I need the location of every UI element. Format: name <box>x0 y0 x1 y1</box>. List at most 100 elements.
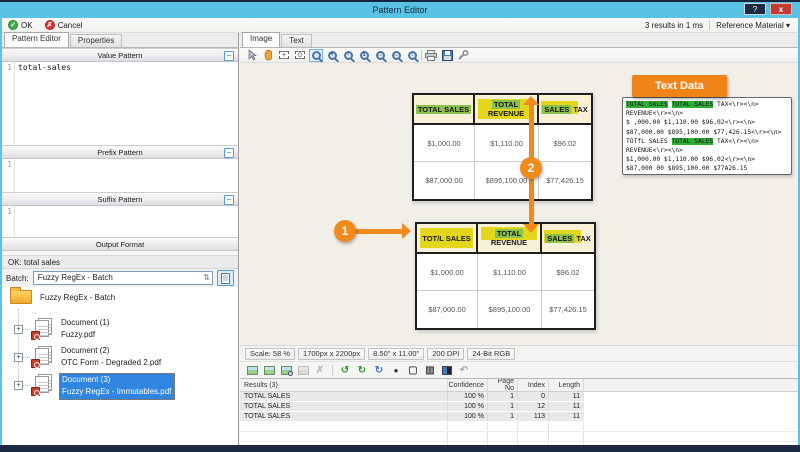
select-region-icon[interactable]: + <box>277 49 291 62</box>
rotate-cw-icon[interactable]: ↻ <box>355 364 369 377</box>
header-text: TOTAL <box>495 229 523 238</box>
pan-hand-icon[interactable] <box>261 49 275 62</box>
collapse-icon[interactable]: − <box>224 148 234 158</box>
expand-icon[interactable]: + <box>14 353 23 362</box>
results-column-header: Index <box>517 379 548 391</box>
layers-icon[interactable]: ▥ <box>423 364 437 377</box>
text-data-line: $87,000 00 $895,100.00 $77A26.15 <box>626 164 788 173</box>
suffix-pattern-editor[interactable]: 1 <box>2 206 238 237</box>
edit-image-icon[interactable] <box>262 364 276 377</box>
view-document-button[interactable] <box>217 270 234 286</box>
result-row[interactable]: TOTAL SALES100 %11211 <box>240 402 798 412</box>
tools-icon[interactable] <box>456 49 470 62</box>
batch-selector[interactable]: Fuzzy RegEx - Batch ⇅ <box>33 271 213 285</box>
filter-icon[interactable]: ⇅ <box>203 272 210 284</box>
empty-cell <box>548 422 583 431</box>
ok-button[interactable]: ✓ OK <box>2 18 39 32</box>
line-number: 1 <box>2 62 15 145</box>
collapse-icon[interactable]: − <box>224 51 234 61</box>
result-row[interactable]: TOTAL SALES100 %1011 <box>240 392 798 402</box>
invert-icon[interactable] <box>440 364 454 377</box>
document-label[interactable]: Document (1)Fuzzy.pdf <box>59 317 112 342</box>
tab-text[interactable]: Text <box>281 34 312 47</box>
table-header-row: TOT/L SALESTOTALREVENUESALES TAX <box>417 224 594 254</box>
text-data-segment: TAX<\r><\n> <box>713 101 759 108</box>
text-data-segment <box>668 101 672 108</box>
save-icon[interactable] <box>440 49 454 62</box>
document-label[interactable]: Document (3)Fuzzy RegEx - Immutables.pdf <box>59 373 175 400</box>
table-header-cell: TOTAL SALES <box>414 95 475 123</box>
cancel-button[interactable]: ✗ Cancel <box>39 18 89 32</box>
zoom-fit-height-icon[interactable]: ↕ <box>405 49 419 62</box>
result-cell: TOTAL SALES <box>240 393 447 400</box>
print-icon[interactable] <box>424 49 438 62</box>
zoom-region-icon[interactable]: ⊙ <box>293 49 307 62</box>
tab-pattern-editor[interactable]: Pattern Editor <box>4 32 69 47</box>
tree-document-item[interactable]: + Document (2)OTC Form - Degraded 2.pdf <box>2 343 236 371</box>
output-format-header[interactable]: Output Format <box>2 237 238 251</box>
zoom-in-icon[interactable]: + <box>325 49 339 62</box>
text-data-label: Text Data <box>632 75 727 97</box>
header-line: SALES TAX <box>542 105 588 114</box>
table-cell: $1,000.00 <box>414 125 475 161</box>
crop-icon[interactable]: ▢ <box>406 364 420 377</box>
image-info-bar: Scale: 58 %1700px x 2200px8.50" x 11.00"… <box>240 345 798 361</box>
refresh-icon[interactable]: ↻ <box>372 364 386 377</box>
expand-icon[interactable]: + <box>14 325 23 334</box>
collapse-icon[interactable]: − <box>224 195 234 205</box>
results-title: Results (3) <box>240 382 447 389</box>
zoom-out-icon[interactable]: - <box>341 49 355 62</box>
zoom-actual-icon[interactable]: 1 <box>357 49 371 62</box>
table-cell: $87,000.00 <box>414 162 475 199</box>
tab-properties[interactable]: Properties <box>70 34 122 47</box>
expand-icon[interactable]: + <box>14 381 23 390</box>
pattern-status-bar: OK: total sales <box>2 255 238 269</box>
tab-image[interactable]: Image <box>242 32 280 47</box>
tree-document-item[interactable]: + Document (1)Fuzzy.pdf <box>2 315 236 343</box>
prefix-pattern-editor[interactable]: 1 <box>2 159 238 192</box>
document-label[interactable]: Document (2)OTC Form - Degraded 2.pdf <box>59 345 164 370</box>
text-data-segment: TOTAL SALES <box>672 138 714 145</box>
batch-label: Batch: <box>6 274 29 283</box>
window-border-left <box>0 18 2 452</box>
table-header-cell: TOT/L SALES <box>417 224 478 252</box>
rotate-ccw-icon[interactable]: ↺ <box>338 364 352 377</box>
header-text: TAX <box>574 234 591 243</box>
zoom-fit-width-icon[interactable]: ↔ <box>389 49 403 62</box>
tree-document-item[interactable]: + Document (3)Fuzzy RegEx - Immutables.pd… <box>2 371 236 399</box>
table-cell: $77,426.15 <box>542 291 594 328</box>
inspect-image-icon[interactable] <box>279 364 293 377</box>
text-data-segment: TOTAL SALES <box>672 101 714 108</box>
reference-material-dropdown[interactable]: Reference Material ▾ <box>716 21 790 30</box>
header-line: TOTAL <box>492 100 520 109</box>
pdf-icon <box>31 387 40 396</box>
close-button[interactable]: x <box>770 3 792 15</box>
despeckle-icon[interactable]: ● <box>389 364 403 377</box>
pointer-tool-icon[interactable] <box>245 49 259 62</box>
result-cell: 1 <box>487 392 517 401</box>
header-line: TOTAL SALES <box>416 105 471 114</box>
window-title: Pattern Editor <box>0 5 800 15</box>
empty-result-row <box>240 422 798 432</box>
tree-root-node[interactable]: Fuzzy RegEx - Batch <box>10 290 115 304</box>
zoom-fit-icon[interactable]: □ <box>373 49 387 62</box>
main-toolbar: ✓ OK ✗ Cancel 3 results in 1 ms Referenc… <box>2 18 798 33</box>
text-data-segment: REVENUE<\r><\n> <box>626 147 683 154</box>
empty-cell <box>517 422 548 431</box>
result-cell: TOTAL SALES <box>240 413 447 420</box>
help-button[interactable]: ? <box>744 3 766 15</box>
titlebar[interactable]: Pattern Editor ? x <box>0 0 800 18</box>
result-row[interactable]: TOTAL SALES100 %111311 <box>240 412 798 422</box>
document-filename: OTC Form - Degraded 2.pdf <box>61 357 161 369</box>
export-image-icon[interactable] <box>245 364 259 377</box>
empty-cell <box>447 422 487 431</box>
value-pattern-editor[interactable]: 1 total-sales <box>2 62 238 145</box>
table-cell: $96.02 <box>542 254 594 290</box>
zoom-tool-icon[interactable] <box>309 49 323 62</box>
image-info-segment: 200 DPI <box>427 348 464 360</box>
table-cell: $77,426.15 <box>539 162 591 199</box>
empty-cell <box>583 422 798 431</box>
text-data-segment: TOTAL SALES <box>626 101 668 108</box>
image-canvas[interactable]: TOTAL SALESTOTALREVENUESALES TAX$1,000.0… <box>240 63 798 345</box>
empty-result-row <box>240 432 798 442</box>
